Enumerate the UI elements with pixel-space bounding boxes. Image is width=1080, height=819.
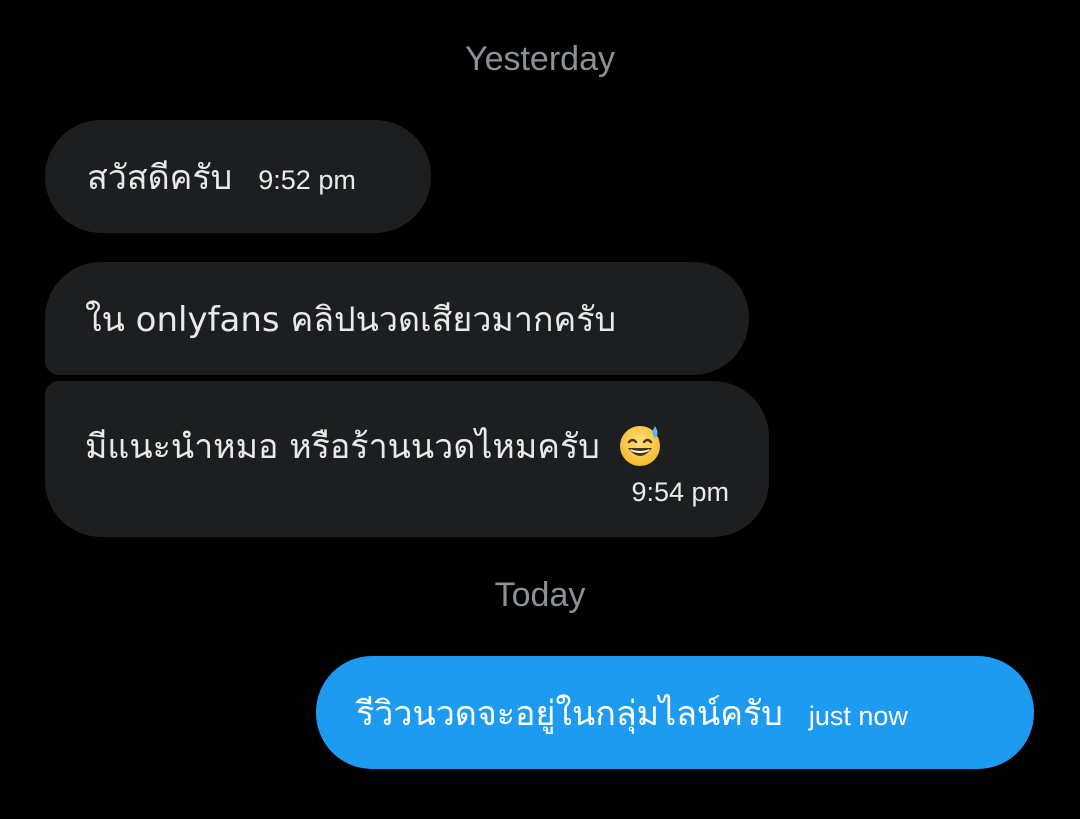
dm-conversation: Yesterday สวัสดีครับ 9:52 pm ใน onlyfans…: [0, 0, 1080, 819]
date-separator-yesterday: Yesterday: [465, 40, 615, 78]
message-timestamp: 9:54 pm: [631, 477, 729, 507]
incoming-message-bubble[interactable]: ใน onlyfans คลิปนวดเสียวมากครับ: [45, 262, 749, 375]
message-text-line: มีแนะนำหมอ หรือร้านนวดไหมครับ: [85, 419, 663, 473]
message-text: สวัสดีครับ: [87, 157, 233, 198]
message-timestamp: just now: [808, 701, 908, 731]
incoming-message-bubble[interactable]: มีแนะนำหมอ หรือร้านนวดไหมครับ 9:54 pm: [45, 381, 769, 537]
incoming-message-bubble[interactable]: สวัสดีครับ 9:52 pm: [45, 120, 431, 233]
date-separator-today: Today: [494, 576, 586, 614]
grinning-face-with-sweat-icon: [617, 422, 663, 468]
message-text: รีวิวนวดจะอยู่ในกลุ่มไลน์ครับ: [356, 693, 783, 734]
message-text: ใน onlyfans คลิปนวดเสียวมากครับ: [85, 299, 617, 340]
message-text: มีแนะนำหมอ หรือร้านนวดไหมครับ: [85, 427, 600, 467]
message-timestamp: 9:52 pm: [258, 165, 356, 195]
outgoing-message-bubble[interactable]: รีวิวนวดจะอยู่ในกลุ่มไลน์ครับ just now: [316, 656, 1034, 769]
